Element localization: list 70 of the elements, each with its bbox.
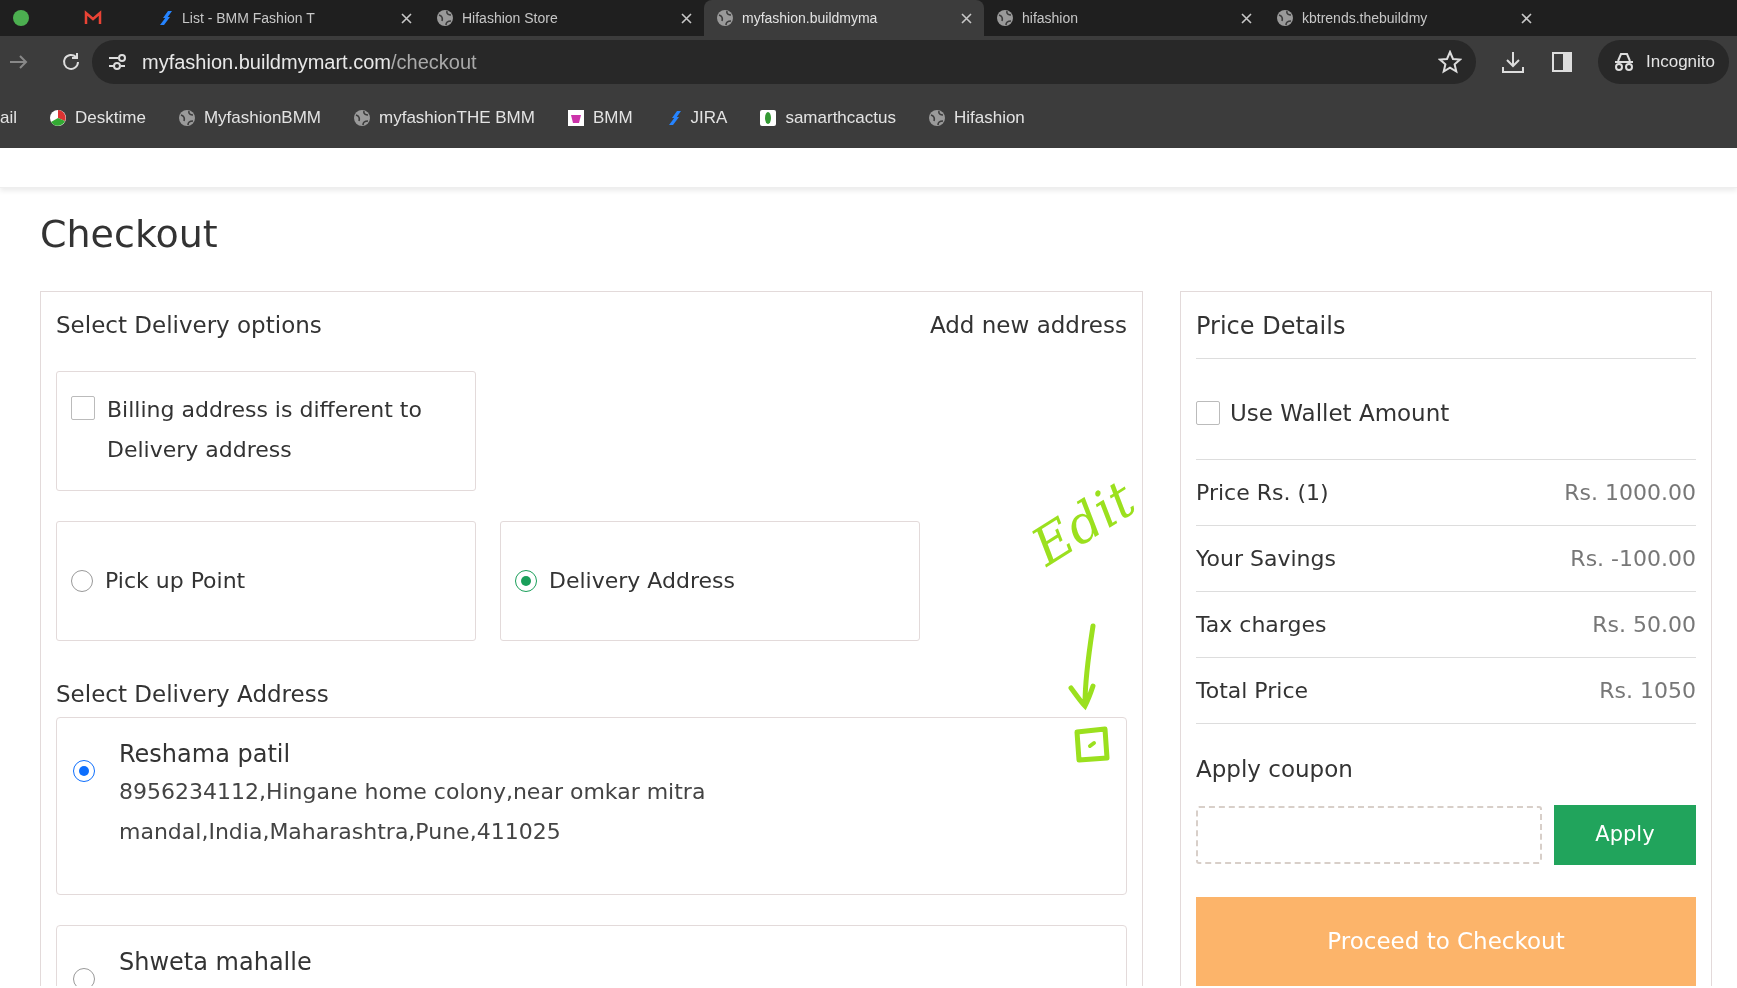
billing-option[interactable]: Billing address is different to Delivery address <box>56 370 476 491</box>
close-icon[interactable] <box>1521 12 1532 24</box>
price-label: Total Price <box>1196 677 1309 705</box>
side-panel-icon[interactable] <box>1550 50 1574 74</box>
url-text: myfashion.buildmymart.com/checkout <box>142 50 477 75</box>
price-label: Tax charges <box>1196 611 1327 639</box>
basket-icon <box>566 109 585 127</box>
delivery-option[interactable]: Pick up Point <box>56 520 476 641</box>
browser-tab[interactable]: kbtrends.thebuildmy <box>1264 0 1544 36</box>
globe-icon <box>996 9 1014 27</box>
price-label: Price Rs. (1) <box>1196 479 1329 507</box>
incognito-indicator[interactable]: Incognito <box>1598 40 1729 84</box>
profile-label: Incognito <box>1646 51 1715 74</box>
handwritten-note: Edit <box>1023 472 1144 574</box>
globe-icon <box>1276 9 1294 27</box>
globe-icon <box>353 109 371 127</box>
pie-clock-icon <box>49 109 67 127</box>
price-value: Rs. 1050 <box>1599 677 1696 705</box>
globe-icon <box>436 9 454 27</box>
incognito-icon <box>1612 51 1636 73</box>
bookmark[interactable]: Desktime <box>49 105 146 131</box>
address-name: Shweta mahalle <box>119 947 312 978</box>
circle-icon <box>12 9 30 27</box>
close-icon[interactable] <box>401 12 412 24</box>
bookmark[interactable]: myfashionTHE BMM <box>353 105 535 131</box>
option-label: Delivery Address <box>549 567 735 595</box>
checkbox-label: Use Wallet Amount <box>1230 398 1450 428</box>
close-icon[interactable] <box>1241 12 1252 24</box>
section-heading: Select Delivery options <box>56 311 322 340</box>
globe-icon <box>927 109 946 127</box>
star-icon[interactable] <box>1438 50 1462 74</box>
bookmark[interactable]: samarthcactus <box>759 105 896 131</box>
bookmark[interactable]: MyfashionBMM <box>177 105 321 131</box>
close-icon[interactable] <box>681 12 692 24</box>
section-heading: Price Details <box>1196 308 1696 359</box>
bookmark[interactable]: BMM <box>566 105 633 131</box>
reload-icon[interactable] <box>60 51 82 73</box>
browser-tab[interactable]: myfashion.buildmyma <box>704 0 984 36</box>
section-heading: Select Delivery Address <box>56 679 330 709</box>
bookmark[interactable]: Hifashion <box>927 105 1025 131</box>
bookmark[interactable]: JIRA <box>664 105 728 131</box>
price-value: Rs. -100.00 <box>1570 545 1696 573</box>
browser-tab[interactable]: List - BMM Fashion T <box>144 0 424 36</box>
checkbox-label: Billing address is different to Delivery address <box>107 395 423 464</box>
bookmark[interactable]: ail <box>0 105 17 131</box>
address-card[interactable]: Reshama patil 8956234112,Hingane home colony,near omkar mitra mandal,India,Maharashtra,Pune,411025 <box>56 717 1127 895</box>
checkbox[interactable] <box>1196 401 1220 425</box>
close-icon[interactable] <box>961 12 972 24</box>
section-heading: Apply coupon <box>1196 755 1354 784</box>
browser-tab[interactable]: hifashion <box>984 0 1264 36</box>
price-label: Your Savings <box>1196 545 1336 573</box>
download-icon[interactable] <box>1500 49 1526 75</box>
delivery-option[interactable]: Delivery Address <box>500 520 920 641</box>
globe-icon <box>177 109 196 127</box>
price-value: Rs. 1000.00 <box>1564 479 1696 507</box>
browser-tab[interactable]: Hifashion Store <box>424 0 704 36</box>
coupon-field[interactable] <box>1196 805 1542 864</box>
add-address-link[interactable]: Add new address <box>929 308 1127 343</box>
option-label: Pick up Point <box>105 567 246 595</box>
checkbox[interactable] <box>71 395 95 420</box>
globe-icon <box>716 9 734 27</box>
envelope-icon <box>84 9 102 27</box>
price-value: Rs. 50.00 <box>1592 611 1696 639</box>
address-bar[interactable]: myfashion.buildmymart.com/checkout <box>92 40 1476 84</box>
address-details: 8956234112,Hingane home colony,near omkar mitra mandal,India,Maharashtra,Pune,411025 <box>119 778 707 846</box>
page-title: Checkout <box>40 211 219 258</box>
leaf-icon <box>759 109 778 127</box>
address-card[interactable]: Shweta mahalle <box>56 925 1127 986</box>
site-settings-icon[interactable] <box>106 51 128 73</box>
address-name: Reshama patil <box>119 739 292 770</box>
